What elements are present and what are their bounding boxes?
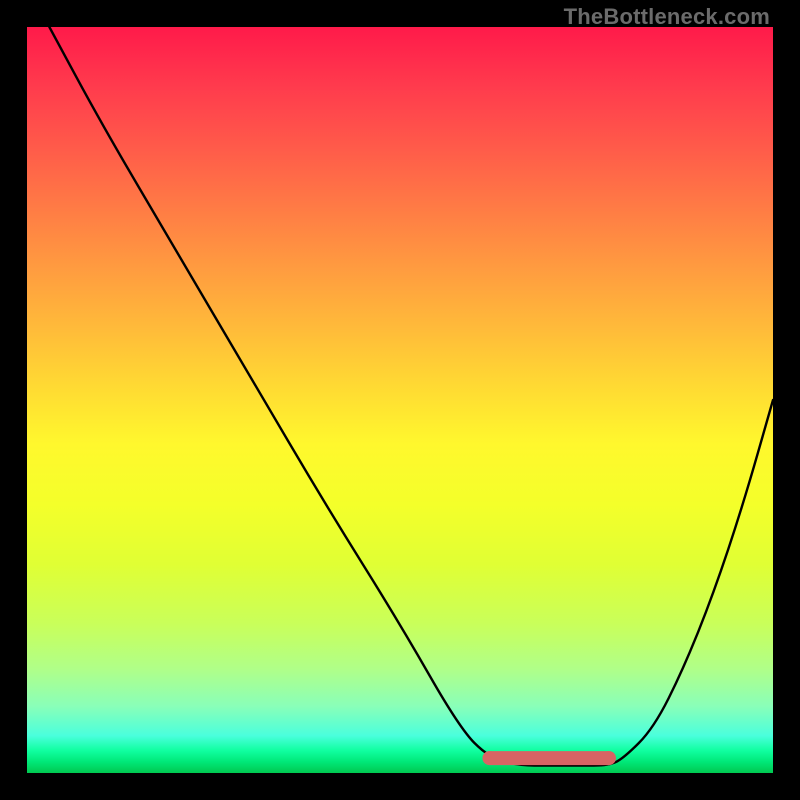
curve-path: [49, 27, 773, 766]
chart-container: TheBottleneck.com: [0, 0, 800, 800]
attribution-text: TheBottleneck.com: [564, 4, 770, 30]
plot-area: [27, 27, 773, 773]
bottleneck-curve: [27, 27, 773, 773]
